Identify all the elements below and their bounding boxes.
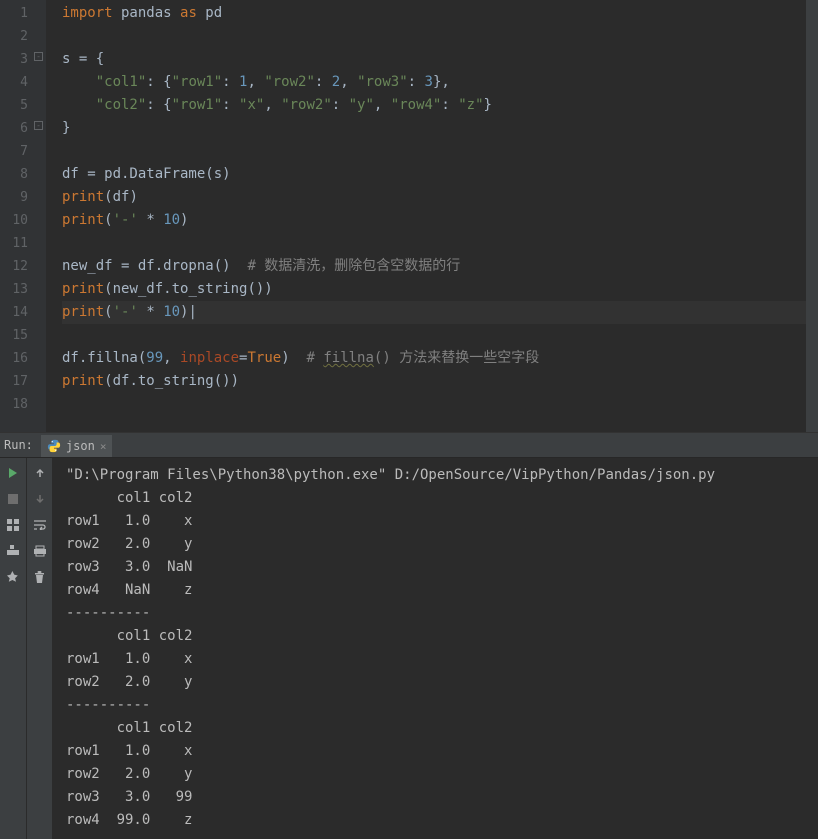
code-line[interactable]: } — [62, 117, 818, 140]
code-line[interactable] — [62, 140, 818, 163]
code-line[interactable]: print('-' * 10) — [62, 209, 818, 232]
line-number[interactable]: 14 — [0, 301, 28, 324]
code-line[interactable]: print(df.to_string()) — [62, 370, 818, 393]
line-number[interactable]: 9 — [0, 186, 28, 209]
line-number[interactable]: 6- — [0, 117, 28, 140]
line-number[interactable]: 13 — [0, 278, 28, 301]
code-line[interactable]: import pandas as pd — [62, 2, 818, 25]
close-icon[interactable]: × — [100, 440, 107, 453]
run-toolbar: Run: json × — [0, 432, 818, 458]
line-number[interactable]: 11 — [0, 232, 28, 255]
run-label: Run: — [0, 438, 41, 452]
fold-icon[interactable]: - — [34, 121, 43, 130]
code-line[interactable]: s = { — [62, 48, 818, 71]
rerun-icon[interactable] — [6, 466, 20, 480]
code-line[interactable]: print(new_df.to_string()) — [62, 278, 818, 301]
line-number[interactable]: 18 — [0, 393, 28, 416]
code-line[interactable]: "col1": {"row1": 1, "row2": 2, "row3": 3… — [62, 71, 818, 94]
line-number[interactable]: 16 — [0, 347, 28, 370]
line-number[interactable]: 4 — [0, 71, 28, 94]
code-line[interactable]: print('-' * 10)| — [62, 301, 818, 324]
code-line[interactable]: new_df = df.dropna() # 数据清洗，删除包含空数据的行 — [62, 255, 818, 278]
line-number[interactable]: 1 — [0, 2, 28, 25]
code-line[interactable]: "col2": {"row1": "x", "row2": "y", "row4… — [62, 94, 818, 117]
up-icon[interactable] — [33, 466, 47, 480]
console-tools-right — [26, 458, 52, 839]
run-tab-label: json — [66, 439, 95, 453]
code-line[interactable]: print(df) — [62, 186, 818, 209]
editor-panel: 123-456-789101112131415161718 import pan… — [0, 0, 818, 432]
code-line[interactable]: df.fillna(99, inplace=True) # fillna() 方… — [62, 347, 818, 370]
stop-icon[interactable] — [6, 492, 20, 506]
code-line[interactable] — [62, 324, 818, 347]
line-number[interactable]: 8 — [0, 163, 28, 186]
fold-icon[interactable]: - — [34, 52, 43, 61]
line-number[interactable]: 15 — [0, 324, 28, 347]
breakpoint-icon[interactable] — [6, 544, 20, 558]
line-number[interactable]: 10 — [0, 209, 28, 232]
editor-scrollbar[interactable] — [806, 0, 818, 432]
line-number[interactable]: 12 — [0, 255, 28, 278]
code-area[interactable]: import pandas as pd s = { "col1": {"row1"… — [46, 0, 818, 432]
console-tools-left — [0, 458, 26, 839]
python-icon — [47, 439, 61, 453]
line-gutter: 123-456-789101112131415161718 — [0, 0, 46, 432]
line-number[interactable]: 17 — [0, 370, 28, 393]
wrap-icon[interactable] — [33, 518, 47, 532]
code-line[interactable]: df = pd.DataFrame(s) — [62, 163, 818, 186]
line-number[interactable]: 2 — [0, 25, 28, 48]
down-icon[interactable] — [33, 492, 47, 506]
line-number[interactable]: 3- — [0, 48, 28, 71]
console-output[interactable]: "D:\Program Files\Python38\python.exe" D… — [52, 458, 818, 839]
print-icon[interactable] — [33, 544, 47, 558]
line-number[interactable]: 5 — [0, 94, 28, 117]
layout-icon[interactable] — [6, 518, 20, 532]
run-tab[interactable]: json × — [41, 435, 113, 457]
line-number[interactable]: 7 — [0, 140, 28, 163]
code-line[interactable] — [62, 393, 818, 416]
code-line[interactable] — [62, 25, 818, 48]
pin-icon[interactable] — [6, 570, 20, 584]
console-panel: "D:\Program Files\Python38\python.exe" D… — [0, 458, 818, 839]
code-line[interactable] — [62, 232, 818, 255]
delete-icon[interactable] — [33, 570, 47, 584]
